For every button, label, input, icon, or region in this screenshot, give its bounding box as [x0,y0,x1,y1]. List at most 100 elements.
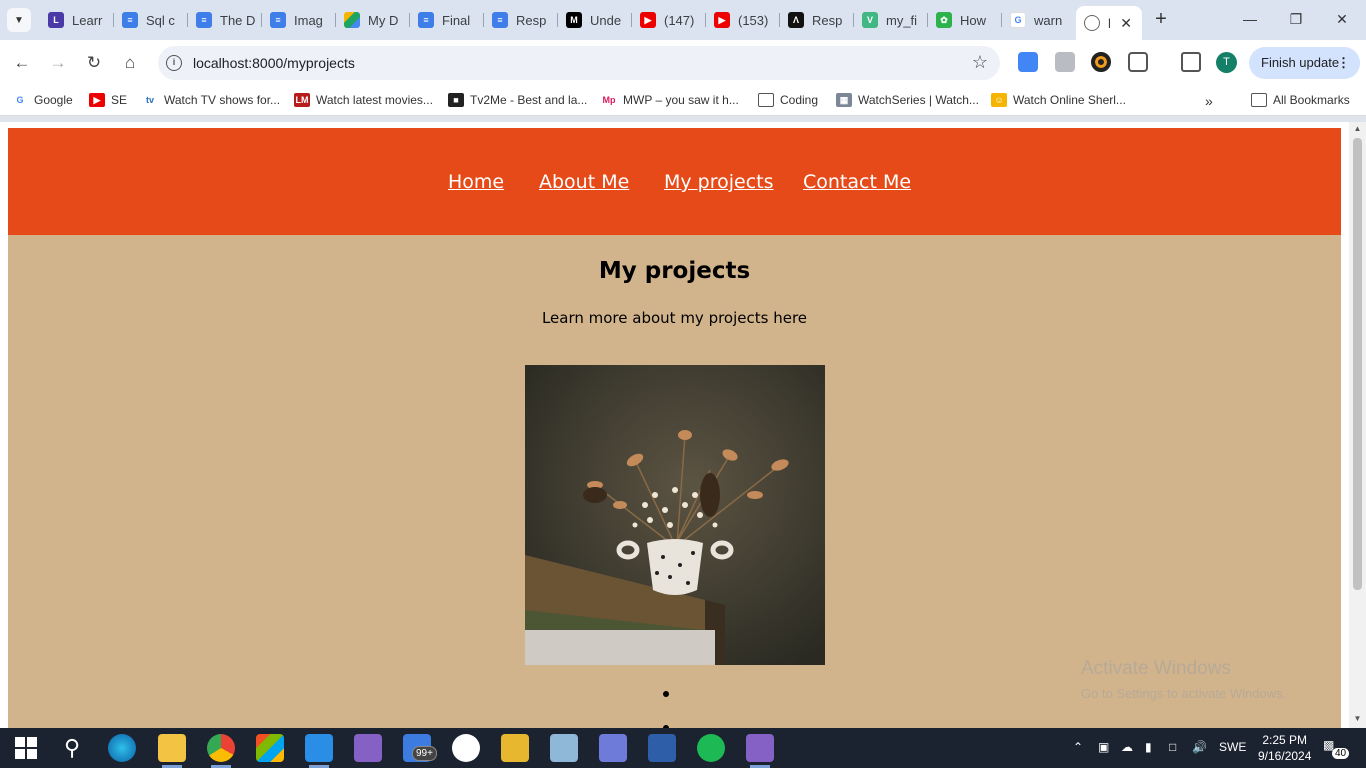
chevron-up-icon[interactable]: ⌃ [1073,740,1083,754]
webflow-icon: Λ [788,12,804,28]
close-icon[interactable]: ✕ [1120,15,1132,32]
nav-link-projects[interactable]: My projects [664,171,774,193]
close-window-button[interactable]: ✕ [1331,8,1353,30]
home-icon: ⌂ [124,53,136,72]
clock[interactable]: 2:25 PM 9/16/2024 [1258,732,1311,764]
windows-start-icon[interactable] [12,734,40,762]
browser-tab[interactable]: ≡ Imag [262,6,336,34]
browser-tab[interactable]: Gwarn [1002,6,1074,34]
bookmark-item[interactable]: G Google [12,93,73,107]
language-indicator[interactable]: SWE [1219,740,1246,754]
scrollbar-thumb[interactable] [1353,138,1362,590]
reload-button[interactable]: ↻ [81,50,107,76]
translate-extension-icon[interactable] [1018,52,1038,72]
scroll-down-icon[interactable]: ▼ [1353,714,1362,723]
carousel-dot[interactable] [663,691,669,697]
youtube-icon: ▶ [714,12,730,28]
address-bar[interactable]: i localhost:8000/myprojects ☆ [158,46,1000,80]
mongodb-icon[interactable] [452,734,480,762]
chrome-icon[interactable] [207,734,235,762]
browser-tab[interactable]: Vmy_fi [854,6,928,34]
app-icon[interactable] [501,734,529,762]
vscode-icon[interactable] [305,734,333,762]
powershell-icon[interactable] [648,734,676,762]
browser-tab[interactable]: M Unde [558,6,632,34]
browser-tab[interactable]: ✿ How [928,6,1002,34]
more-bookmarks-button[interactable]: » [1205,93,1213,109]
browser-tab[interactable]: ≡ Sql c [114,6,188,34]
page-subtitle: Learn more about my projects here [541,309,808,327]
nav-link-home[interactable]: Home [448,171,504,193]
site-header: Home About Me My projects Contact Me [8,128,1341,235]
info-icon[interactable]: i [166,55,182,71]
bookmark-item[interactable]: LM Watch latest movies... [294,93,433,107]
extension-icon[interactable] [1055,52,1075,72]
network-icon[interactable]: □ [1169,740,1176,754]
scroll-up-icon[interactable]: ▲ [1353,124,1362,133]
bookmark-item[interactable]: ■ Tv2Me - Best and la... [448,93,587,107]
visual-studio-icon[interactable] [746,734,774,762]
page-scrollbar[interactable]: ▲ ▼ [1349,122,1366,728]
avatar[interactable]: T [1216,52,1237,73]
nav-link-about[interactable]: About Me [539,171,629,193]
volume-icon[interactable]: 🔊 [1192,740,1207,754]
bookmark-item[interactable]: tv Watch TV shows for... [142,93,280,107]
mwp-icon: Mp [601,93,617,107]
file-explorer-icon[interactable] [158,734,186,762]
bookmark-item[interactable]: ☺ Watch Online Sherl... [991,93,1126,107]
folder-icon [1251,93,1267,107]
new-tab-button[interactable]: + [1150,8,1172,30]
visual-studio-icon[interactable] [354,734,382,762]
browser-tab[interactable]: My D [336,6,410,34]
browser-tab-active[interactable]: l ✕ [1076,6,1142,40]
tray-icon[interactable]: ▣ [1098,740,1109,754]
browser-tab[interactable]: ▶ (147) [632,6,706,34]
search-icon[interactable]: ⚲ [58,734,86,762]
restore-button[interactable]: ❐ [1285,8,1307,30]
tab-search-button[interactable]: ▼ [7,8,31,32]
spotify-icon[interactable] [697,734,725,762]
page-title: My projects [598,258,751,284]
onedrive-icon[interactable]: ☁ [1121,740,1133,754]
edge-icon[interactable] [108,734,136,762]
tv-icon: tv [142,93,158,107]
url-text[interactable]: localhost:8000/myprojects [193,55,355,71]
site-page: Home About Me My projects Contact Me My … [8,128,1341,728]
vue-icon: V [862,12,878,28]
extension-icon[interactable] [1091,52,1111,72]
bookmark-item[interactable]: Mp MWP – you saw it h... [601,93,739,107]
battery-icon[interactable]: ▮ [1145,740,1152,754]
page-viewport: Home About Me My projects Contact Me My … [0,122,1366,728]
bookmark-item[interactable]: ▶ SE [89,93,127,107]
star-icon[interactable]: ☆ [972,52,988,73]
browser-tab[interactable]: ▶ (153) [706,6,780,34]
browser-tab[interactable]: ≡ Resp [484,6,558,34]
home-button[interactable]: ⌂ [117,50,143,76]
cast-icon[interactable] [1181,52,1201,72]
app-icon[interactable] [599,734,627,762]
bookmark-item[interactable]: ▦ WatchSeries | Watch... [836,93,979,107]
forward-button[interactable]: → [45,50,71,76]
browser-tab[interactable]: Λ Resp [780,6,854,34]
bookmark-folder[interactable]: Coding [758,93,818,107]
arrow-right-icon: → [49,53,67,72]
leaf-icon: ✿ [936,12,952,28]
more-icon[interactable]: ⋮ [1337,47,1350,79]
all-bookmarks-button[interactable]: All Bookmarks [1251,93,1350,107]
finish-update-button[interactable]: Finish update ⋮ [1249,47,1360,79]
windows-taskbar: ⚲ 99+ ⌃ ▣ ☁ ▮ □ 🔊 SWE 2:25 PM 9/16/2024 … [0,728,1366,768]
back-button[interactable]: ← [9,50,35,76]
browser-toolbar: ← → ↻ ⌂ i localhost:8000/myprojects ☆ T … [0,40,1366,86]
folder-icon [758,93,774,107]
reload-icon: ↻ [86,53,102,72]
puzzle-icon[interactable] [1128,52,1148,72]
browser-tab[interactable]: ≡ The D [188,6,262,34]
watchseries-icon: ▦ [836,93,852,107]
browser-tab[interactable]: L Learr [40,6,114,34]
nav-link-contact[interactable]: Contact Me [803,171,911,193]
app-icon[interactable] [550,734,578,762]
store-icon[interactable] [256,734,284,762]
browser-tab[interactable]: ≡ Final [410,6,484,34]
docs-icon: ≡ [122,12,138,28]
minimize-button[interactable]: — [1239,8,1261,30]
